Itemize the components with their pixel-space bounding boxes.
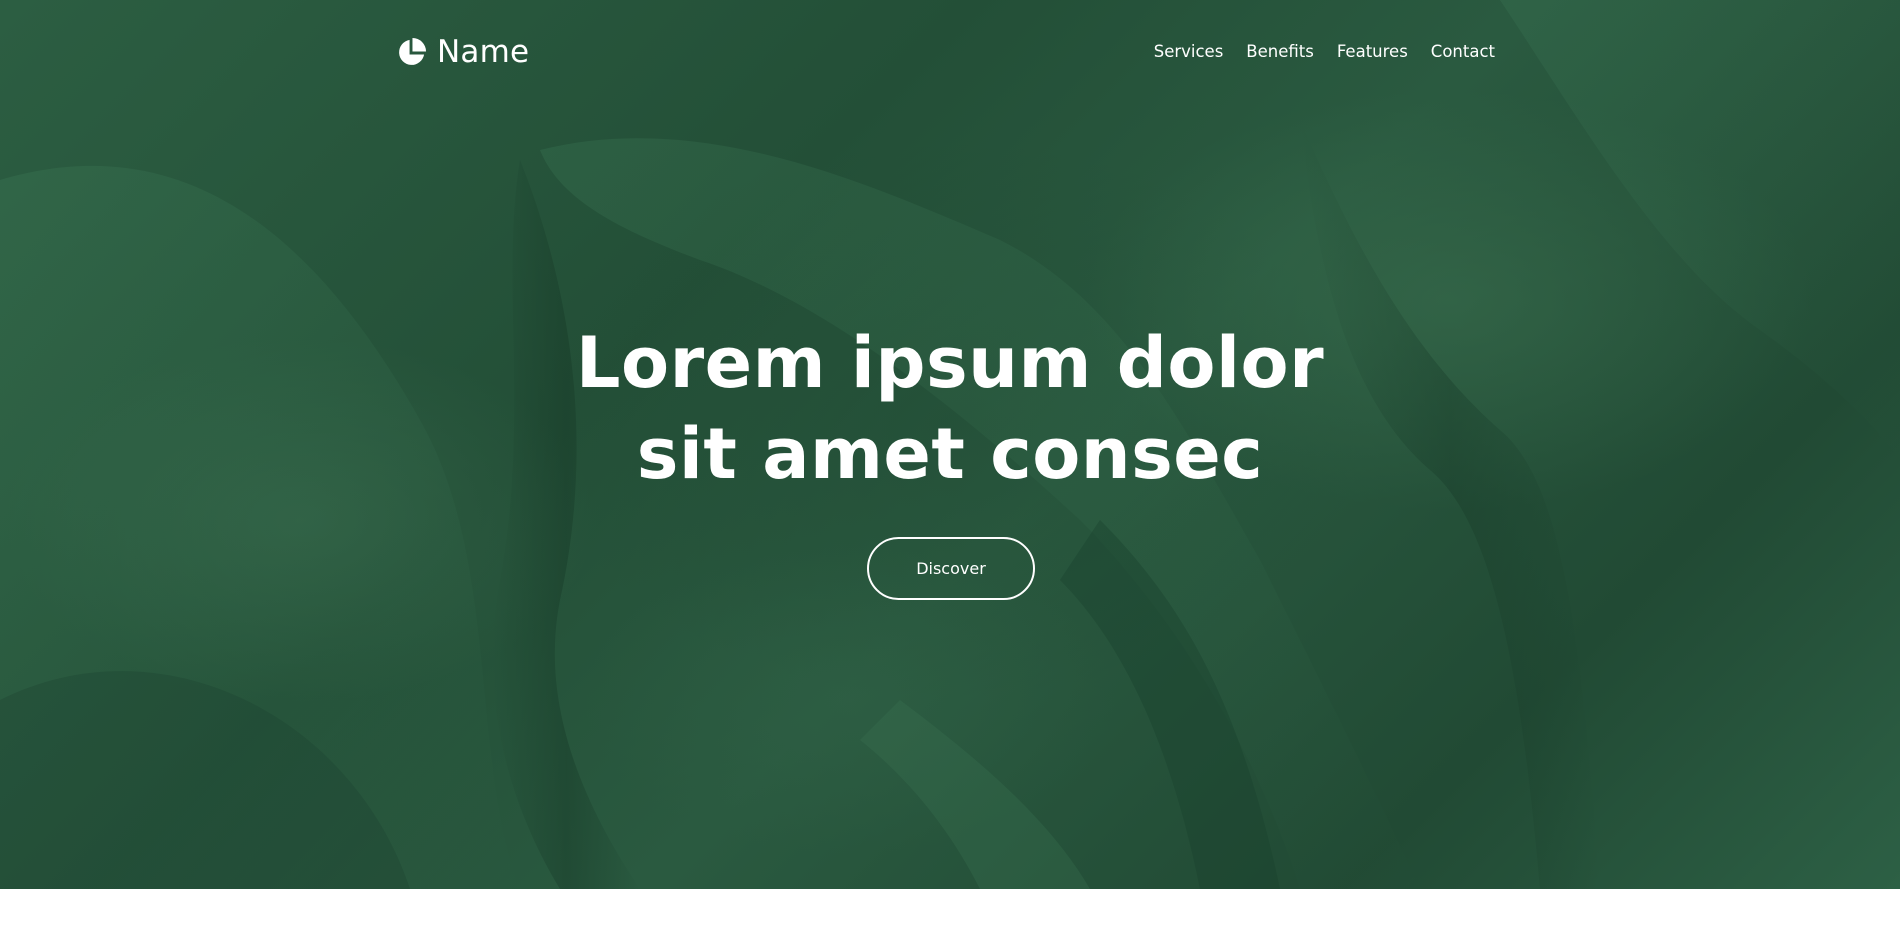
nav-link-services[interactable]: Services [1154, 40, 1224, 64]
hero-section: Name Services Benefits Features Contact … [0, 0, 1900, 889]
nav-link-contact[interactable]: Contact [1431, 40, 1495, 64]
pie-chart-icon [399, 37, 427, 65]
hero-headline-line-2: sit amet consec [636, 413, 1264, 495]
discover-button[interactable]: Discover [867, 537, 1035, 600]
nav-link-benefits[interactable]: Benefits [1246, 40, 1314, 64]
brand-name: Name [437, 34, 530, 70]
nav-link-features[interactable]: Features [1337, 40, 1408, 64]
hero-headline-line-1: Lorem ipsum dolor [575, 322, 1325, 404]
brand-logo[interactable]: Name [396, 34, 529, 70]
main-nav: Services Benefits Features Contact [1154, 40, 1495, 64]
hero-headline: Lorem ipsum dolor sit amet consec [550, 318, 1350, 500]
